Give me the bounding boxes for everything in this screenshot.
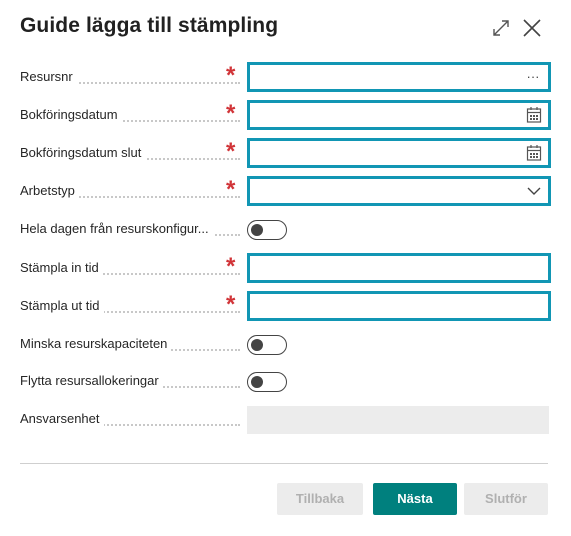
flytta-resursallokeringar-toggle[interactable] bbox=[247, 372, 287, 392]
field-row-arbetstyp: Arbetstyp * bbox=[20, 176, 551, 206]
field-label: Minska resurskapaciteten bbox=[20, 329, 172, 359]
stampla-ut-tid-input[interactable] bbox=[247, 291, 551, 321]
required-marker: * bbox=[226, 62, 236, 89]
required-marker: * bbox=[226, 176, 236, 203]
ellipsis-icon[interactable]: ··· bbox=[524, 68, 542, 86]
bokforingsdatum-slut-input[interactable] bbox=[247, 138, 551, 168]
stampla-in-tid-input[interactable] bbox=[247, 253, 551, 283]
wizard-dialog: Guide lägga till stämpling Resursnr * ··… bbox=[0, 0, 571, 536]
expand-icon[interactable] bbox=[489, 16, 513, 40]
field-row-resursnr: Resursnr * ··· bbox=[20, 62, 551, 92]
field-label: Arbetstyp bbox=[20, 176, 79, 206]
toggle-knob bbox=[251, 339, 263, 351]
field-row-flytta-resursallokeringar: Flytta resursallokeringar bbox=[20, 366, 551, 396]
field-row-stampla-in-tid: Stämpla in tid * bbox=[20, 253, 551, 283]
calendar-icon[interactable] bbox=[526, 106, 542, 124]
dialog-title: Guide lägga till stämpling bbox=[20, 14, 279, 37]
field-row-hela-dagen: Hela dagen från resurskonfigur... bbox=[20, 214, 551, 244]
required-marker: * bbox=[226, 100, 236, 127]
close-icon[interactable] bbox=[520, 16, 544, 40]
arbetstyp-select[interactable] bbox=[247, 176, 551, 206]
footer-divider bbox=[20, 463, 548, 464]
bokforingsdatum-input[interactable] bbox=[247, 100, 551, 130]
resursnr-input[interactable]: ··· bbox=[247, 62, 551, 92]
field-label: Resursnr bbox=[20, 62, 77, 92]
field-row-ansvarsenhet: Ansvarsenhet bbox=[20, 404, 551, 434]
field-row-bokforingsdatum: Bokföringsdatum * bbox=[20, 100, 551, 130]
ansvarsenhet-input bbox=[247, 406, 549, 434]
toggle-knob bbox=[251, 224, 263, 236]
field-label: Hela dagen från resurskonfigur... bbox=[20, 214, 213, 244]
calendar-icon[interactable] bbox=[526, 144, 542, 162]
toggle-knob bbox=[251, 376, 263, 388]
back-button[interactable]: Tillbaka bbox=[277, 483, 363, 515]
hela-dagen-toggle[interactable] bbox=[247, 220, 287, 240]
chevron-down-icon[interactable] bbox=[526, 182, 542, 200]
minska-resurskapaciteten-toggle[interactable] bbox=[247, 335, 287, 355]
required-marker: * bbox=[226, 291, 236, 318]
required-marker: * bbox=[226, 253, 236, 280]
field-label: Bokföringsdatum bbox=[20, 100, 122, 130]
next-button[interactable]: Nästa bbox=[373, 483, 457, 515]
finish-button[interactable]: Slutför bbox=[464, 483, 548, 515]
required-marker: * bbox=[226, 138, 236, 165]
field-row-stampla-ut-tid: Stämpla ut tid * bbox=[20, 291, 551, 321]
field-label: Stämpla in tid bbox=[20, 253, 103, 283]
field-label: Flytta resursallokeringar bbox=[20, 366, 163, 396]
field-label: Bokföringsdatum slut bbox=[20, 138, 146, 168]
field-row-bokforingsdatum-slut: Bokföringsdatum slut * bbox=[20, 138, 551, 168]
field-label: Ansvarsenhet bbox=[20, 404, 104, 434]
field-label: Stämpla ut tid bbox=[20, 291, 104, 321]
field-row-minska-resurskapaciteten: Minska resurskapaciteten bbox=[20, 329, 551, 359]
